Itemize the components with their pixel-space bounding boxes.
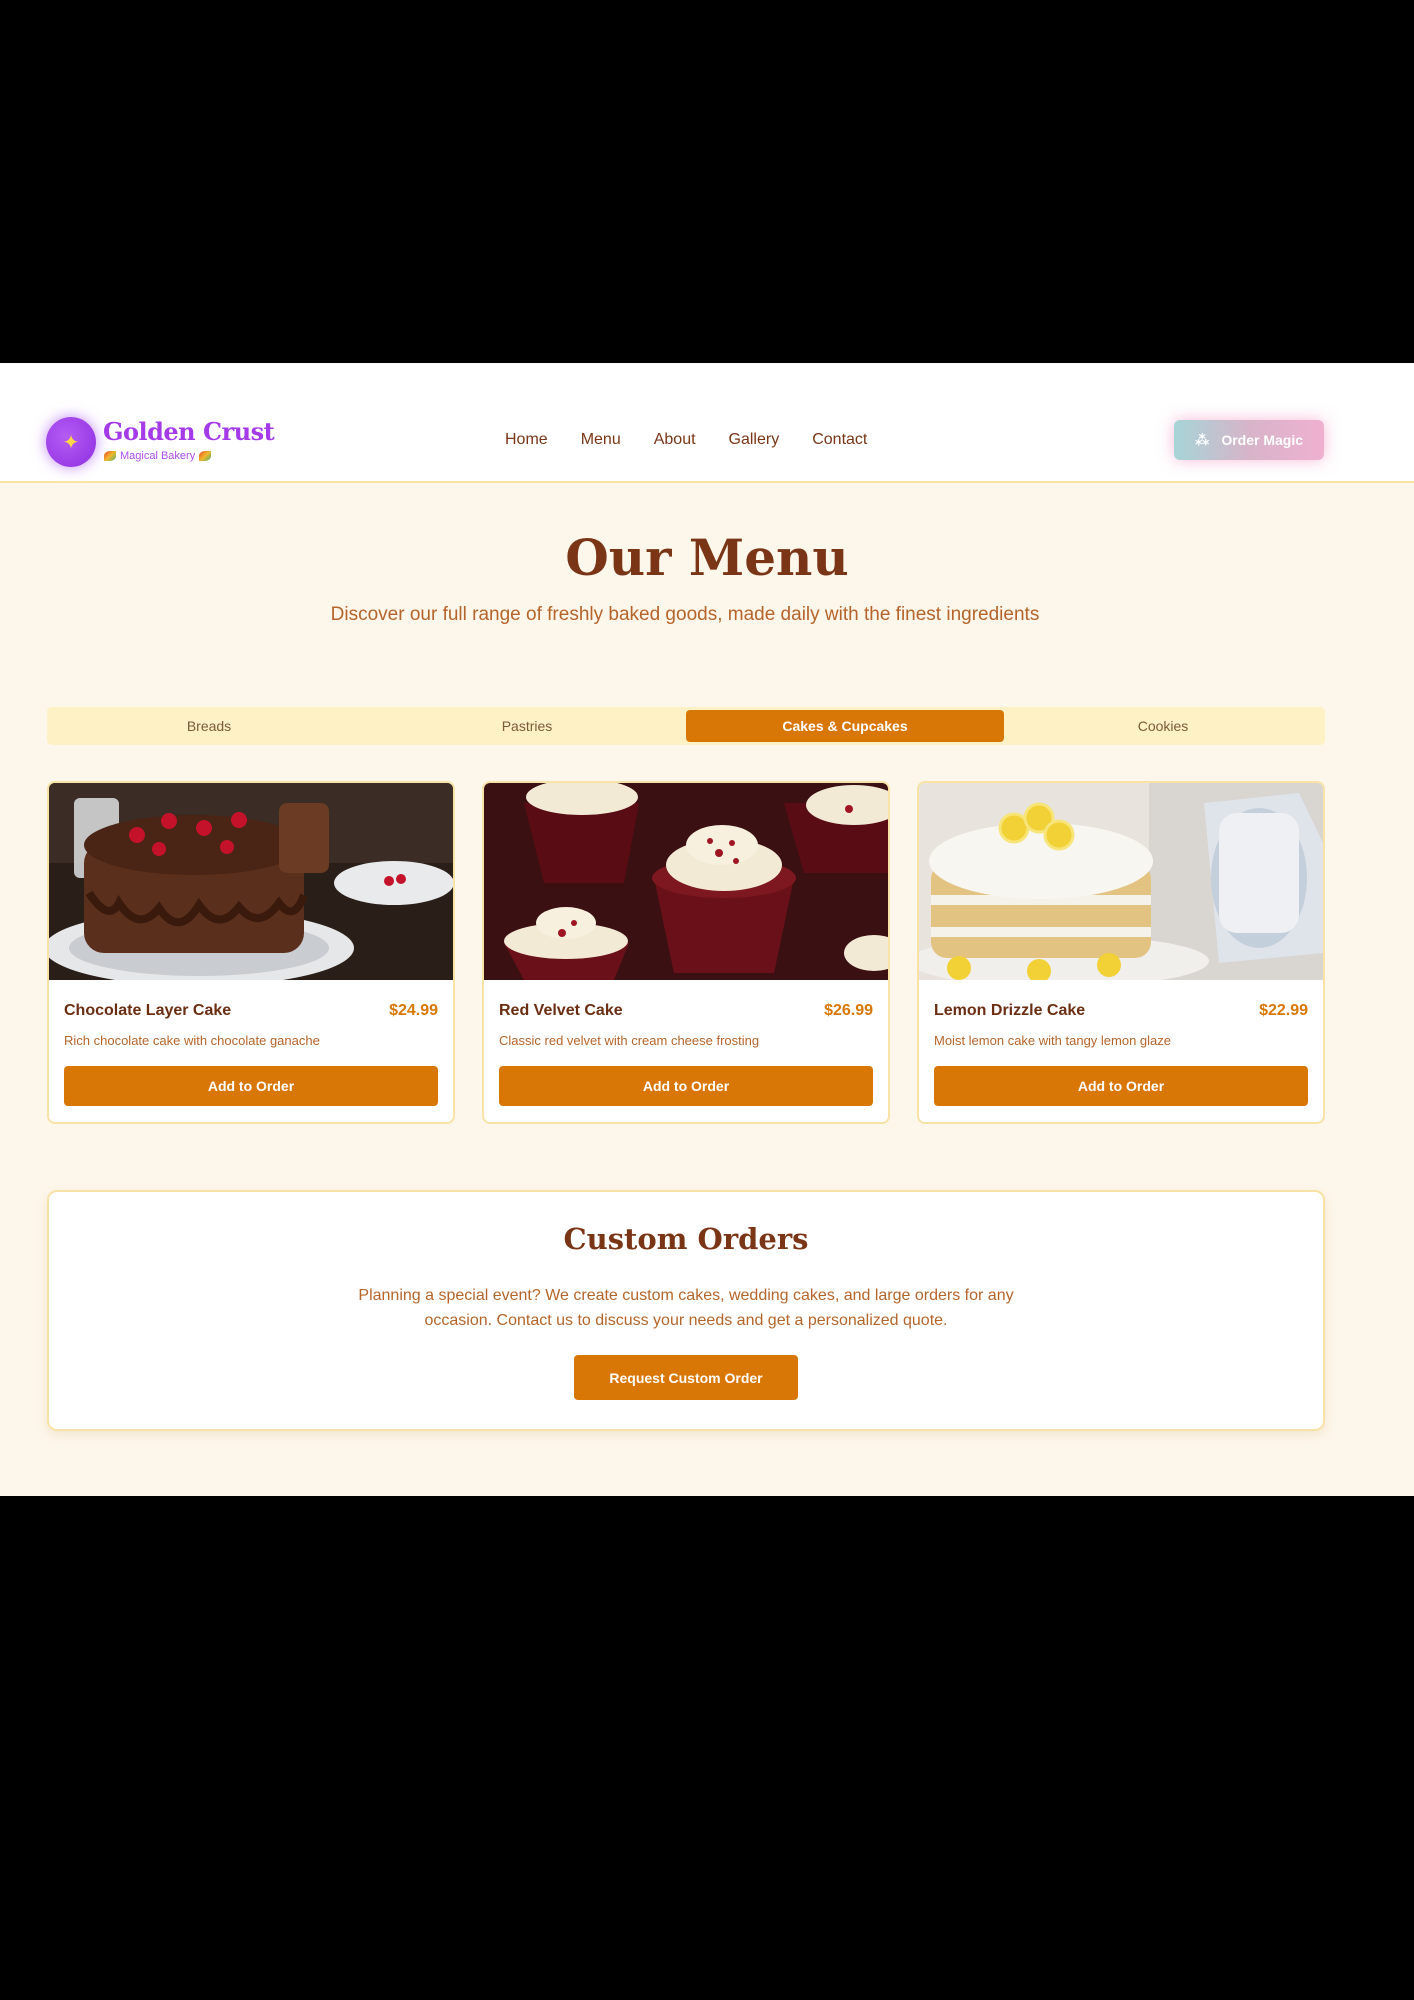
product-card-red-velvet: Red Velvet Cake $26.99 Classic red velve… bbox=[482, 781, 890, 1124]
leaf-icon bbox=[199, 451, 212, 461]
page-title: Our Menu bbox=[565, 528, 849, 587]
product-name: Lemon Drizzle Cake bbox=[934, 1002, 1086, 1019]
tab-cookies[interactable]: Cookies bbox=[1004, 710, 1322, 742]
nav-link-menu[interactable]: Menu bbox=[581, 431, 621, 449]
nav-link-contact[interactable]: Contact bbox=[812, 431, 867, 449]
product-description: Moist lemon cake with tangy lemon glaze bbox=[934, 1033, 1172, 1048]
add-to-order-button[interactable]: Add to Order bbox=[64, 1066, 438, 1106]
product-name: Red Velvet Cake bbox=[499, 1002, 623, 1019]
bakery-page: ✦ Golden Crust Magical Bakery Home Menu … bbox=[0, 363, 1414, 1496]
product-price: $22.99 bbox=[1259, 1002, 1308, 1019]
product-name: Chocolate Layer Cake bbox=[64, 1002, 232, 1019]
product-price: $26.99 bbox=[824, 1002, 873, 1019]
category-tabs: Breads Pastries Cakes & Cupcakes Cookies bbox=[47, 707, 1325, 745]
sparkle-star-icon[interactable]: ✦ bbox=[46, 417, 96, 467]
add-to-order-button[interactable]: Add to Order bbox=[499, 1066, 873, 1106]
product-description: Rich chocolate cake with chocolate ganac… bbox=[64, 1033, 320, 1048]
custom-orders-title: Custom Orders bbox=[563, 1222, 809, 1256]
request-custom-order-button[interactable]: Request Custom Order bbox=[574, 1355, 798, 1400]
sparkles-icon: ⁂ bbox=[1194, 431, 1210, 448]
brand-subtitle-text: Magical Bakery bbox=[120, 450, 196, 462]
custom-orders-section: Custom Orders Planning a special event? … bbox=[47, 1190, 1325, 1431]
lemon-cake-image bbox=[919, 783, 1323, 980]
order-magic-label: Order Magic bbox=[1221, 432, 1304, 448]
leaf-icon bbox=[104, 451, 116, 461]
tab-pastries[interactable]: Pastries bbox=[368, 710, 686, 742]
page-subtitle: Discover our full range of freshly baked… bbox=[330, 604, 1040, 625]
product-price: $24.99 bbox=[389, 1002, 438, 1019]
chocolate-cake-image bbox=[49, 783, 453, 980]
brand-subtitle: Magical Bakery bbox=[104, 450, 212, 462]
custom-orders-text: Planning a special event? We create cust… bbox=[358, 1287, 1014, 1329]
red-velvet-image bbox=[484, 783, 888, 980]
tab-cakes-cupcakes[interactable]: Cakes & Cupcakes bbox=[686, 710, 1004, 742]
site-header: ✦ Golden Crust Magical Bakery Home Menu … bbox=[0, 363, 1414, 483]
product-card-chocolate: Chocolate Layer Cake $24.99 Rich chocola… bbox=[47, 781, 455, 1124]
nav-link-gallery[interactable]: Gallery bbox=[729, 431, 780, 449]
product-description: Classic red velvet with cream cheese fro… bbox=[499, 1033, 760, 1048]
nav-link-home[interactable]: Home bbox=[505, 431, 548, 449]
add-to-order-button[interactable]: Add to Order bbox=[934, 1066, 1308, 1106]
main-nav: Home Menu About Gallery Contact bbox=[505, 431, 867, 449]
product-card-lemon: Lemon Drizzle Cake $22.99 Moist lemon ca… bbox=[917, 781, 1325, 1124]
brand-title[interactable]: Golden Crust bbox=[103, 417, 275, 446]
tab-breads[interactable]: Breads bbox=[50, 710, 368, 742]
order-magic-button[interactable]: ⁂ Order Magic bbox=[1174, 420, 1324, 460]
nav-link-about[interactable]: About bbox=[654, 431, 696, 449]
